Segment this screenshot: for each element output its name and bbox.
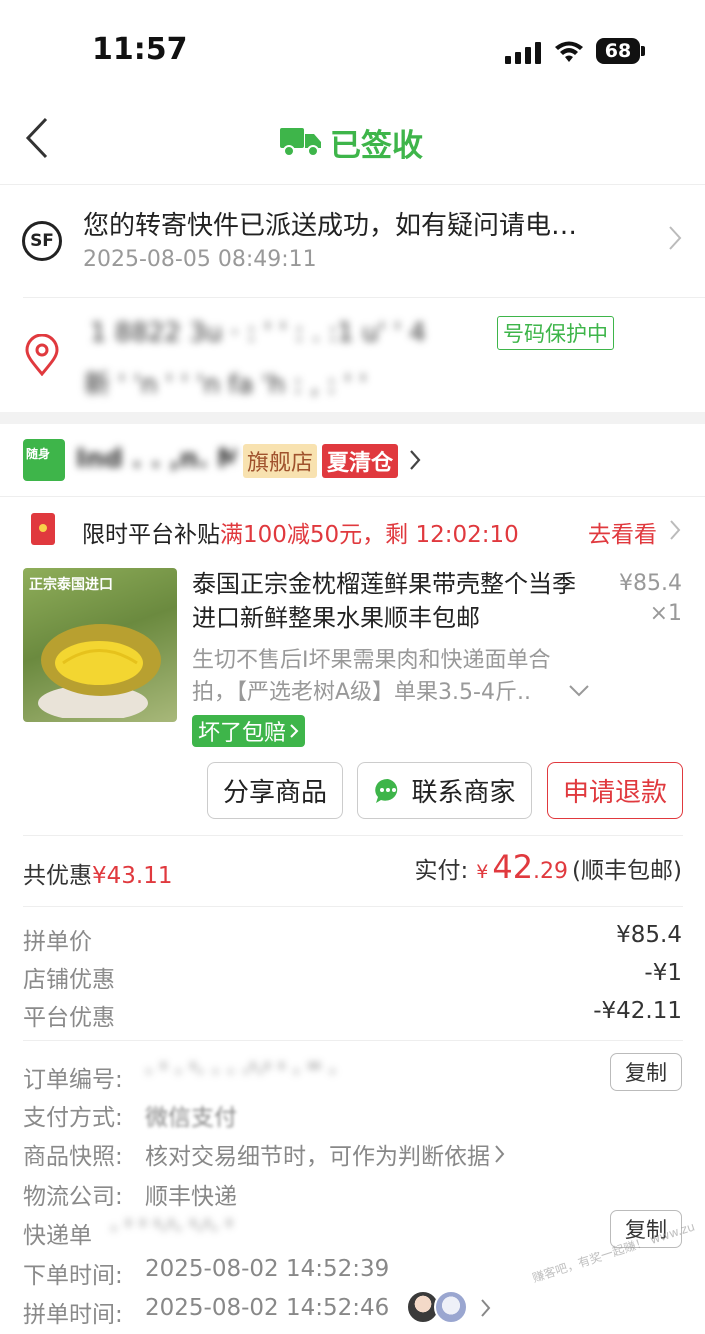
order-number-value: · ' · '· · · ·'·' ' · '' · <box>145 1058 337 1086</box>
group-time-label: 拼单时间: <box>23 1302 123 1328</box>
chevron-right-icon <box>481 1299 491 1317</box>
platform-discount-value: -¥42.11 <box>593 998 682 1024</box>
product-title: 泰国正宗金枕榴莲鲜果带壳整个当季进口新鲜整果水果顺丰包邮 <box>192 570 576 632</box>
store-discount-label: 店铺优惠 <box>23 967 115 993</box>
product-quantity: ×1 <box>649 601 682 626</box>
paid-note: (顺丰包邮) <box>572 858 682 884</box>
group-time-value: 2025-08-02 14:52:46 <box>145 1295 390 1321</box>
expand-spec-icon[interactable] <box>568 683 590 702</box>
snapshot-link[interactable]: 核对交易细节时，可作为判断依据 <box>145 1137 506 1171</box>
copy-order-number-button[interactable]: 复制 <box>610 1053 682 1091</box>
shop-row[interactable]: 随身 Ind . . ,n. M 旗舰店 夏清仓 <box>0 424 705 496</box>
subsidy-countdown: 剩 12:02:10 <box>385 522 519 548</box>
platform-discount-label: 平台优惠 <box>23 1005 115 1031</box>
tracking-number-value: · ' ' '·'· '·'· ' <box>110 1215 233 1243</box>
contact-merchant-button[interactable]: 联系商家 <box>357 762 532 819</box>
paid-integer: 42 <box>492 848 534 886</box>
group-price-value: ¥85.4 <box>616 922 682 948</box>
paid-amount: 实付: ¥ 42 .29 (顺丰包邮) <box>414 848 682 886</box>
order-time-value: 2025-08-02 14:52:39 <box>145 1256 390 1282</box>
share-product-button[interactable]: 分享商品 <box>207 762 343 819</box>
battery-level: 68 <box>604 40 632 62</box>
status-time: 11:57 <box>92 32 188 67</box>
paid-decimal: .29 <box>533 859 569 884</box>
subsidy-view-link[interactable]: 去看看 <box>588 515 657 549</box>
logistics-row[interactable]: SF 您的转寄快件已派送成功，如有疑问请电… 2025-08-05 08:49:… <box>0 185 705 297</box>
location-pin-icon <box>24 333 60 380</box>
payment-method-label: 支付方式: <box>23 1105 123 1131</box>
damage-guarantee-badge[interactable]: 坏了包赔 <box>192 715 306 747</box>
tracking-number-label: 快递单 <box>23 1223 92 1249</box>
discount-summary: 共优惠¥43.11 <box>23 856 172 890</box>
thumbnail-caption: 正宗泰国进口 <box>29 577 113 593</box>
request-refund-button[interactable]: 申请退款 <box>547 762 683 819</box>
discount-value: ¥43.11 <box>92 863 173 889</box>
group-members[interactable] <box>406 1290 496 1326</box>
recipient-address: 新 ' 'n ' ' 'n fa 'h : , : ' ' <box>84 370 367 400</box>
discount-label: 共优惠 <box>23 863 92 889</box>
subsidy-highlight: 满100减50元， <box>220 522 386 548</box>
subsidy-row[interactable]: 限时平台补贴满100减50元，剩 12:02:10 去看看 <box>0 497 705 563</box>
number-protection-badge: 号码保护中 <box>497 316 614 350</box>
snapshot-label: 商品快照: <box>23 1144 123 1170</box>
product-price: ¥85.4 <box>619 571 682 596</box>
page-title: 已签收 <box>330 128 423 164</box>
signal-icon <box>505 42 543 68</box>
logistics-time: 2025-08-05 08:49:11 <box>83 247 317 272</box>
summer-clearance-tag: 夏清仓 <box>322 444 399 478</box>
product-thumbnail[interactable]: 正宗泰国进口 <box>23 568 177 722</box>
status-bar: 11:57 68 <box>0 0 705 100</box>
order-number-label: 订单编号: <box>23 1067 123 1093</box>
subsidy-label: 限时平台补贴 <box>82 522 220 548</box>
header: 已签收 <box>0 100 705 184</box>
red-envelope-icon <box>31 513 55 545</box>
payment-method-value: 微信支付 <box>145 1105 237 1131</box>
shop-logo: 随身 <box>23 439 65 481</box>
recipient-name-phone: 1 8822 3u · : ' ' : . :1 u' ' 4 <box>90 318 426 348</box>
chevron-right-icon <box>669 519 681 545</box>
paid-label: 实付: <box>414 858 469 884</box>
avatar <box>434 1290 468 1324</box>
order-time-label: 下单时间: <box>23 1263 123 1289</box>
group-price-label: 拼单价 <box>23 929 92 955</box>
sf-express-logo: SF <box>22 221 62 261</box>
battery-icon: 68 <box>596 38 640 64</box>
chat-icon <box>375 778 398 803</box>
product-spec: 生切不售后I坏果需果肉和快递面单合拍，【严选老树A级】单果3.5-4斤.. <box>192 648 551 705</box>
store-discount-value: -¥1 <box>644 960 682 986</box>
chevron-right-icon <box>495 1145 505 1163</box>
logistics-message: 您的转寄快件已派送成功，如有疑问请电… <box>83 211 578 241</box>
product-card[interactable]: 正宗泰国进口 泰国正宗金枕榴莲鲜果带壳整个当季进口新鲜整果水果顺丰包邮 ¥85.… <box>0 563 705 753</box>
shop-name: Ind . . ,n. M <box>76 444 236 474</box>
logistics-company-label: 物流公司: <box>23 1184 123 1210</box>
address-row[interactable]: 1 8822 3u · : ' ' : . :1 u' ' 4 号码保护中 新 … <box>0 298 705 412</box>
chevron-right-icon <box>668 225 682 255</box>
back-button[interactable] <box>22 116 62 166</box>
truck-icon <box>280 126 322 162</box>
paid-currency: ¥ <box>476 861 489 883</box>
wifi-icon <box>554 40 584 68</box>
chevron-right-icon <box>409 449 421 475</box>
logistics-company-value: 顺丰快递 <box>145 1184 237 1210</box>
flagship-store-tag: 旗舰店 <box>243 444 318 478</box>
